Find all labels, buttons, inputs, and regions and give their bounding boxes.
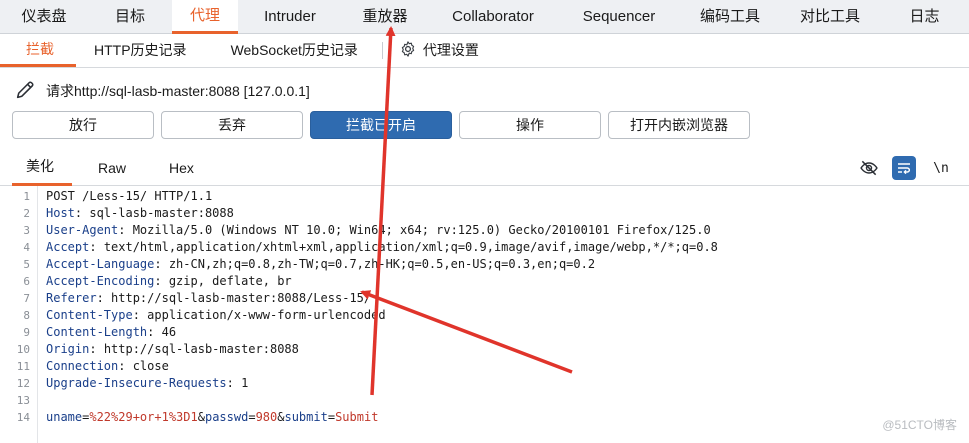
header-name: Referer	[46, 291, 97, 305]
tab-http-history[interactable]: HTTP历史记录	[76, 34, 201, 67]
line-number: 10	[16, 343, 30, 356]
main-tab-bar: 仪表盘 目标 代理 Intruder 重放器 Collaborator Sequ…	[0, 0, 969, 34]
header-line: Referer: http://sql-lasb-master:8088/Les…	[46, 291, 372, 305]
header-value: sql-lasb-master:8088	[89, 206, 234, 220]
param-value: Submit	[335, 410, 379, 424]
header-name: Accept-Encoding	[46, 274, 155, 288]
header-value: close	[132, 359, 169, 373]
intercept-toggle-button[interactable]: 拦截已开启	[310, 111, 452, 139]
header-name: User-Agent	[46, 223, 119, 237]
tab-hex[interactable]: Hex	[169, 150, 194, 186]
param-name: passwd	[204, 410, 249, 424]
line-number: 7	[23, 292, 30, 305]
header-name: Origin	[46, 342, 90, 356]
line-number: 8	[23, 309, 30, 322]
line-number: 3	[23, 224, 30, 237]
wrap-lines-icon[interactable]	[892, 156, 916, 180]
open-browser-button[interactable]: 打开内嵌浏览器	[608, 111, 750, 139]
gear-icon	[399, 40, 417, 61]
tab-repeater[interactable]: 重放器	[342, 0, 428, 34]
header-value: 46	[161, 325, 177, 339]
line-number: 14	[16, 411, 30, 424]
line-number: 2	[23, 207, 30, 220]
line-number: 9	[23, 326, 30, 339]
tab-websocket-history[interactable]: WebSocket历史记录	[201, 34, 372, 67]
line-number: 4	[23, 241, 30, 254]
arrow-to-repeater	[370, 26, 396, 396]
tab-collaborator[interactable]: Collaborator	[428, 0, 558, 34]
param-value: %22%29+or+1%3D1	[89, 410, 198, 424]
header-value: http://sql-lasb-master:8088	[103, 342, 299, 356]
header-line: Connection: close	[46, 359, 169, 373]
newline-label: \n	[933, 160, 949, 176]
header-name: Accept-Language	[46, 257, 155, 271]
request-start-line: POST /Less-15/ HTTP/1.1	[46, 189, 213, 203]
header-value: gzip, deflate, br	[168, 274, 292, 288]
tab-dashboard[interactable]: 仪表盘	[0, 0, 88, 34]
header-name: Content-Length	[46, 325, 148, 339]
request-body-line: uname=%22%29+or+1%3D1&passwd=980&submit=…	[46, 410, 379, 424]
line-number: 1	[23, 190, 30, 203]
tab-decoder[interactable]: 编码工具	[680, 0, 780, 34]
header-line: Accept-Language: zh-CN,zh;q=0.8,zh-TW;q=…	[46, 257, 596, 271]
header-line: Content-Type: application/x-www-form-url…	[46, 308, 386, 322]
line-number: 12	[16, 377, 30, 390]
watermark: @51CTO博客	[882, 418, 957, 432]
header-value: text/html,application/xhtml+xml,applicat…	[103, 240, 718, 254]
param-value: 980	[255, 410, 278, 424]
header-value: application/x-www-form-urlencoded	[147, 308, 386, 322]
tab-intruder[interactable]: Intruder	[238, 0, 342, 34]
header-value: zh-CN,zh;q=0.8,zh-TW;q=0.7,zh-HK;q=0.5,e…	[168, 257, 596, 271]
request-target: 请求http://sql-lasb-master:8088 [127.0.0.1…	[46, 83, 310, 99]
header-line: Host: sql-lasb-master:8088	[46, 206, 234, 220]
tab-logger[interactable]: 日志	[880, 0, 969, 34]
message-editor-tabs: 美化 Raw Hex \n	[0, 150, 969, 186]
header-name: Upgrade-Insecure-Requests	[46, 376, 227, 390]
line-number: 6	[23, 275, 30, 288]
header-line: Accept: text/html,application/xhtml+xml,…	[46, 240, 718, 254]
header-value: http://sql-lasb-master:8088/Less-15/	[111, 291, 372, 305]
header-line: Accept-Encoding: gzip, deflate, br	[46, 274, 292, 288]
tab-target[interactable]: 目标	[88, 0, 172, 34]
tab-pretty[interactable]: 美化	[12, 150, 72, 186]
line-number-gutter: 1 2 3 4 5 6 7 8 9 10 11 12 13 14	[0, 186, 38, 443]
param-name: uname	[46, 410, 83, 424]
header-value: Mozilla/5.0 (Windows NT 10.0; Win64; x64…	[132, 223, 711, 237]
drop-button[interactable]: 丢弃	[161, 111, 303, 139]
arrow-to-referer	[360, 290, 573, 374]
param-name: submit	[284, 410, 328, 424]
tab-sequencer[interactable]: Sequencer	[558, 0, 680, 34]
header-name: Host	[46, 206, 75, 220]
line-number: 11	[16, 360, 30, 373]
request-info: 请求http://sql-lasb-master:8088 [127.0.0.1…	[14, 78, 310, 104]
line-number: 13	[16, 394, 30, 407]
header-line: Origin: http://sql-lasb-master:8088	[46, 342, 299, 356]
header-name: Content-Type	[46, 308, 133, 322]
newline-toggle[interactable]: \n	[929, 156, 953, 180]
tab-proxy[interactable]: 代理	[172, 0, 238, 34]
header-name: Accept	[46, 240, 90, 254]
proxy-sub-tab-bar: 拦截 HTTP历史记录 WebSocket历史记录 代理设置	[0, 34, 969, 68]
header-line: Content-Length: 46	[46, 325, 177, 339]
hide-nonprintable-icon[interactable]	[857, 156, 881, 180]
pencil-icon[interactable]	[14, 79, 36, 104]
forward-button[interactable]: 放行	[12, 111, 154, 139]
divider	[381, 42, 383, 59]
tab-raw[interactable]: Raw	[98, 150, 126, 186]
header-line: User-Agent: Mozilla/5.0 (Windows NT 10.0…	[46, 223, 711, 237]
line-number: 5	[23, 258, 30, 271]
tab-comparer[interactable]: 对比工具	[780, 0, 880, 34]
action-button[interactable]: 操作	[459, 111, 601, 139]
header-name: Connection	[46, 359, 119, 373]
proxy-settings-button[interactable]: 代理设置	[393, 34, 485, 67]
tab-intercept[interactable]: 拦截	[0, 34, 76, 67]
proxy-settings-label: 代理设置	[422, 42, 479, 58]
header-line: Upgrade-Insecure-Requests: 1	[46, 376, 249, 390]
header-value: 1	[241, 376, 249, 390]
